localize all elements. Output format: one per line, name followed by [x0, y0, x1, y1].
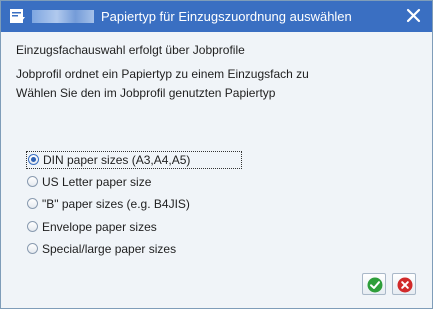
radio-button-checked[interactable]: [28, 154, 39, 165]
dialog-window-icon: [10, 9, 26, 23]
confirm-button[interactable]: [362, 273, 386, 295]
info-line-3: Wählen Sie den im Jobprofil genutzten Pa…: [16, 86, 276, 100]
radio-button[interactable]: [27, 221, 38, 232]
cancel-icon: [397, 277, 413, 293]
option-label: US Letter paper size: [42, 175, 152, 189]
option-label: "B" paper sizes (e.g. B4JIS): [42, 197, 190, 211]
option-us-letter[interactable]: US Letter paper size: [26, 174, 226, 191]
radio-dot: [31, 157, 36, 162]
checkmark-icon: [367, 277, 383, 293]
window-title: Papiertyp für Einzugszuordnung auswählen: [101, 9, 352, 24]
option-b-paper-sizes[interactable]: "B" paper sizes (e.g. B4JIS): [26, 196, 226, 213]
cancel-button[interactable]: [392, 273, 416, 295]
option-din-paper-sizes[interactable]: DIN paper sizes (A3,A4,A5): [26, 151, 242, 169]
info-line-2: Jobprofil ordnet ein Papiertyp zu einem …: [16, 67, 309, 81]
option-envelope-sizes[interactable]: Envelope paper sizes: [26, 219, 226, 236]
redacted-system-id: [32, 10, 94, 23]
radio-button[interactable]: [27, 198, 38, 209]
radio-button[interactable]: [27, 243, 38, 254]
dialog-window: Papiertyp für Einzugszuordnung auswählen…: [0, 0, 433, 309]
radio-button[interactable]: [27, 176, 38, 187]
option-label: DIN paper sizes (A3,A4,A5): [43, 153, 191, 167]
close-button[interactable]: [402, 4, 426, 28]
option-label: Envelope paper sizes: [42, 220, 157, 234]
title-bar[interactable]: Papiertyp für Einzugszuordnung auswählen: [1, 1, 432, 32]
dialog-content: Einzugsfachauswahl erfolgt über Jobprofi…: [1, 32, 432, 308]
info-line-1: Einzugsfachauswahl erfolgt über Jobprofi…: [16, 43, 245, 57]
option-label: Special/large paper sizes: [42, 242, 177, 256]
close-icon: [406, 8, 421, 23]
option-special-large-sizes[interactable]: Special/large paper sizes: [26, 241, 226, 258]
